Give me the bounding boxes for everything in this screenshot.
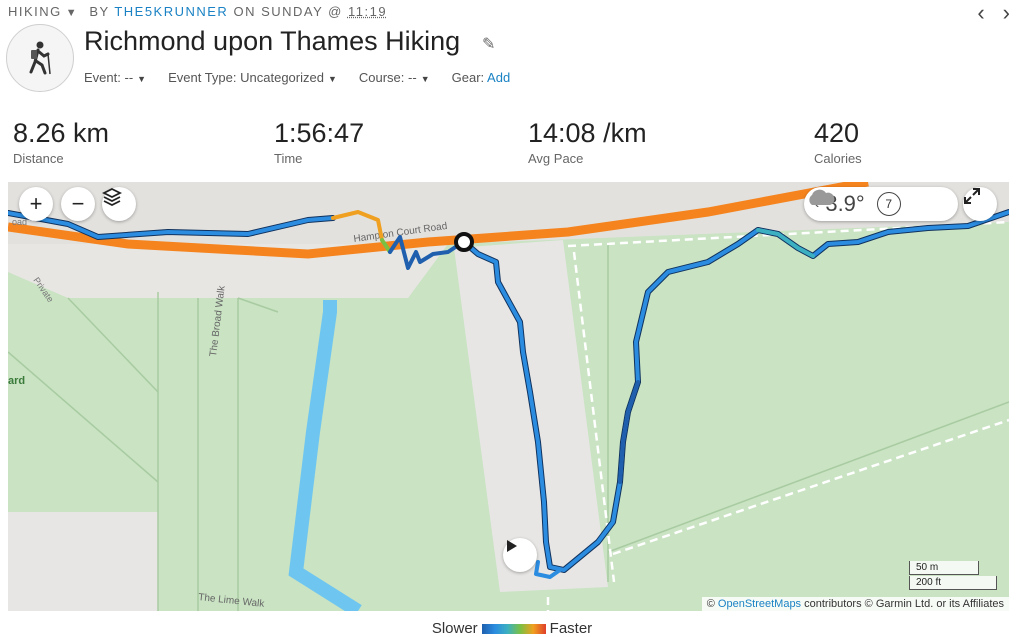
legend-faster-label: Faster [549, 620, 593, 637]
caret-down-icon: ▼ [420, 74, 430, 84]
caret-down-icon: ▼ [137, 74, 147, 84]
event-type-selector[interactable]: Event Type: Uncategorized ▼ [168, 70, 337, 85]
gear-field: Gear: Add [452, 70, 511, 85]
layers-button[interactable] [102, 187, 136, 221]
weather-widget[interactable]: ‹ 3.9° 7 [804, 187, 958, 221]
layers-icon [102, 187, 122, 207]
event-value: -- [124, 70, 134, 85]
stat-label: Distance [13, 151, 64, 166]
play-button[interactable] [503, 538, 537, 572]
course-value: -- [408, 70, 417, 85]
zoom-out-button[interactable]: − [61, 187, 95, 221]
course-selector[interactable]: Course: -- ▼ [359, 70, 430, 85]
map-attribution: © OpenStreetMaps contributors © Garmin L… [701, 597, 1009, 611]
stat-label: Avg Pace [528, 151, 584, 166]
activity-type-dropdown-icon[interactable]: ▼ [66, 7, 78, 19]
activity-title: Richmond upon Thames Hiking [84, 26, 461, 56]
activity-time: 11:19 [347, 4, 388, 19]
event-type-value: Uncategorized [240, 70, 324, 85]
attribution-prefix: © [706, 598, 715, 610]
by-label: BY [89, 4, 110, 19]
cloud-icon [809, 189, 835, 205]
legend-slower-label: Slower [431, 620, 478, 637]
add-gear-link[interactable]: Add [487, 70, 510, 85]
activity-avatar [6, 24, 74, 92]
place-label: ard [8, 375, 25, 387]
stat-value: 1:56:47 [274, 118, 365, 148]
attribution-text: contributors © Garmin Ltd. or its Affili… [804, 598, 1004, 610]
event-selector[interactable]: Event: -- ▼ [84, 70, 146, 85]
paved-area [8, 512, 158, 611]
legend-gradient [481, 623, 546, 634]
stat-value: 420 [814, 118, 860, 148]
expand-icon [964, 188, 980, 204]
stat-time: 1:56:47 Time [274, 118, 364, 166]
wind-speed: 7 [876, 192, 901, 216]
activity-map[interactable]: Hampton Court Road The Broad Walk The Li… [8, 182, 1009, 611]
activity-type[interactable]: HIKING [8, 4, 62, 19]
stat-calories: 420 Calories [814, 118, 862, 166]
activity-meta: Event: -- ▼ Event Type: Uncategorized ▼ Co… [84, 70, 510, 85]
scale-metric: 50 m [909, 561, 979, 575]
hiker-icon [29, 41, 51, 75]
event-type-label: Event Type: [168, 70, 237, 85]
stat-value: 14:08 /km [528, 118, 647, 148]
stat-value: 8.26 km [13, 118, 110, 148]
on-label: ON SUNDAY @ [233, 4, 343, 19]
start-marker[interactable] [454, 232, 474, 252]
stat-label: Calories [814, 151, 862, 166]
stat-distance: 8.26 km Distance [13, 118, 109, 166]
course-label: Course: [358, 70, 405, 85]
map-scale: 50 m 200 ft [909, 561, 997, 591]
activity-header-line: HIKING ▼ BY THE5KRUNNER ON SUNDAY @ 11:19 [8, 4, 387, 19]
activity-navigation: ‹ › [977, 2, 1010, 24]
author-link[interactable]: THE5KRUNNER [114, 4, 228, 19]
scale-imperial: 200 ft [909, 576, 997, 590]
stat-label: Time [274, 151, 303, 166]
chevron-right-icon[interactable]: › [1003, 2, 1010, 24]
stat-avg-pace: 14:08 /km Avg Pace [528, 118, 647, 166]
openstreetmap-link[interactable]: OpenStreetMaps [718, 598, 801, 610]
pencil-icon[interactable]: ✎ [482, 34, 495, 54]
summary-stats: 8.26 km Distance 1:56:47 Time 14:08 /km … [0, 118, 1024, 170]
play-icon [507, 540, 517, 552]
zoom-in-button[interactable]: + [19, 187, 53, 221]
chevron-left-icon[interactable]: ‹ [977, 2, 984, 24]
fullscreen-button[interactable] [963, 187, 997, 221]
gear-label: Gear: [451, 70, 485, 85]
caret-down-icon: ▼ [327, 74, 337, 84]
pace-legend: Slower Faster [0, 620, 1024, 637]
event-label: Event: [84, 70, 121, 85]
